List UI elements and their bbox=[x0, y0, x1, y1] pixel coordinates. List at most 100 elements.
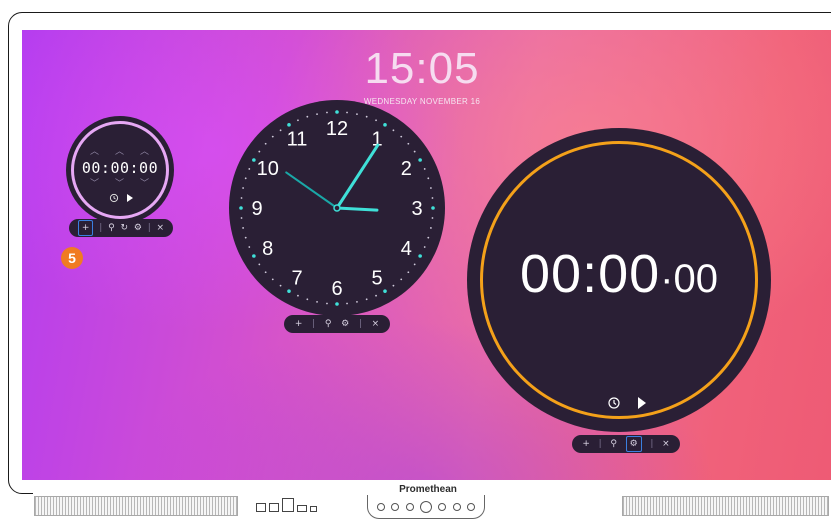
hdmi-port-icon bbox=[297, 505, 307, 512]
minute-tick bbox=[297, 294, 299, 297]
minute-tick bbox=[430, 187, 432, 189]
hours-down-icon[interactable]: ﹀ bbox=[90, 176, 99, 189]
minute-tick bbox=[297, 119, 299, 122]
gear-icon[interactable]: ⚙ bbox=[341, 319, 349, 329]
minutes-down-icon[interactable]: ﹀ bbox=[115, 176, 124, 189]
toolbar-divider: | bbox=[99, 223, 103, 233]
toolbar-divider: | bbox=[147, 223, 151, 233]
minutes-up-icon[interactable]: ︿ bbox=[115, 144, 124, 157]
minute-tick bbox=[279, 129, 282, 132]
minute-tick bbox=[240, 197, 243, 199]
hour-tick bbox=[383, 289, 387, 293]
minute-tick bbox=[242, 187, 244, 189]
clock-number: 5 bbox=[371, 267, 382, 289]
minute-tick bbox=[346, 111, 348, 114]
close-icon[interactable]: × bbox=[662, 439, 670, 449]
hour-tick bbox=[252, 254, 256, 258]
minute-tick bbox=[240, 217, 243, 219]
hour-tick bbox=[383, 123, 387, 127]
power-button-icon[interactable] bbox=[419, 500, 432, 513]
speaker-grille-left bbox=[34, 496, 238, 516]
step-badge: 5 bbox=[61, 247, 83, 269]
clock-number: 9 bbox=[251, 198, 262, 220]
minute-tick bbox=[423, 168, 426, 170]
zoom-icon[interactable]: ⚲ bbox=[108, 223, 115, 233]
minute-tick bbox=[258, 263, 261, 266]
add-button[interactable]: + bbox=[77, 220, 94, 236]
hw-button[interactable] bbox=[391, 502, 400, 511]
minute-tick bbox=[392, 284, 395, 287]
minute-tick bbox=[392, 129, 395, 132]
hour-hand bbox=[335, 206, 379, 212]
timer-play-icon[interactable] bbox=[126, 193, 134, 203]
minute-tick bbox=[258, 150, 261, 153]
clock-number: 12 bbox=[326, 118, 348, 140]
minute-tick bbox=[326, 111, 328, 114]
hw-button[interactable] bbox=[405, 502, 414, 511]
gear-icon[interactable]: ⚙ bbox=[134, 223, 142, 233]
clock-number: 8 bbox=[262, 238, 273, 260]
close-icon[interactable]: × bbox=[372, 319, 380, 329]
minute-tick bbox=[346, 302, 348, 305]
minute-tick bbox=[271, 135, 274, 138]
clock-number: 2 bbox=[401, 158, 412, 180]
minute-tick bbox=[365, 298, 368, 301]
usb-c-port-icon bbox=[282, 498, 294, 512]
gear-icon[interactable]: ⚙ bbox=[625, 436, 642, 452]
front-ports bbox=[256, 498, 317, 512]
minute-tick bbox=[431, 217, 434, 219]
hour-tick bbox=[418, 158, 422, 162]
clock-toolbar: + | ⚲ ⚙ | × bbox=[284, 315, 390, 333]
stopwatch-hundredths: 00 bbox=[673, 257, 718, 301]
stopwatch-play-icon[interactable] bbox=[636, 396, 648, 410]
add-button[interactable]: + bbox=[295, 319, 303, 329]
minute-tick bbox=[271, 278, 274, 281]
toolbar-divider: | bbox=[358, 319, 362, 329]
analog-clock-widget[interactable]: 12 1 2 3 4 5 6 7 8 9 10 11 bbox=[229, 100, 446, 330]
minute-tick bbox=[248, 246, 251, 248]
minute-tick bbox=[427, 236, 430, 239]
hour-tick bbox=[431, 206, 435, 210]
audio-port-icon bbox=[310, 506, 317, 512]
minute-tick bbox=[264, 142, 267, 145]
hw-button[interactable] bbox=[377, 502, 386, 511]
minute-tick bbox=[242, 227, 244, 229]
seconds-down-icon[interactable]: ﹀ bbox=[140, 176, 149, 189]
toolbar-divider: | bbox=[312, 319, 316, 329]
hw-button[interactable] bbox=[452, 502, 461, 511]
hour-tick bbox=[239, 206, 243, 210]
zoom-icon[interactable]: ⚲ bbox=[325, 319, 332, 329]
current-time: 15:05 bbox=[364, 44, 480, 93]
hour-tick bbox=[335, 302, 339, 306]
zoom-icon[interactable]: ⚲ bbox=[610, 439, 617, 449]
add-button[interactable]: + bbox=[582, 439, 590, 449]
screen: 15:05 WEDNESDAY NOVEMBER 16 ︿ ︿ ︿ 00:00:… bbox=[22, 30, 831, 480]
usb-port-icon bbox=[269, 503, 279, 512]
seconds-up-icon[interactable]: ︿ bbox=[140, 144, 149, 157]
timer-reset-icon[interactable] bbox=[109, 193, 119, 203]
minute-tick bbox=[430, 227, 432, 229]
minute-tick bbox=[326, 302, 328, 305]
clock-number: 4 bbox=[401, 238, 412, 260]
hour-tick bbox=[335, 110, 339, 114]
minute-tick bbox=[244, 177, 247, 180]
hw-button[interactable] bbox=[466, 502, 475, 511]
stopwatch-widget[interactable]: 00:00·00 bbox=[467, 128, 771, 432]
reset-icon[interactable]: ↻ bbox=[120, 223, 128, 233]
minute-tick bbox=[306, 115, 309, 118]
timer-widget[interactable]: ︿ ︿ ︿ 00:00:00 ﹀ ﹀ ﹀ bbox=[66, 116, 174, 224]
minute-tick bbox=[279, 284, 282, 287]
hw-button[interactable] bbox=[438, 502, 447, 511]
timer-display: 00:00:00 bbox=[81, 159, 159, 177]
minute-tick bbox=[375, 119, 377, 122]
close-icon[interactable]: × bbox=[157, 223, 165, 233]
minute-tick bbox=[316, 301, 318, 303]
minute-tick bbox=[413, 150, 416, 153]
stopwatch-toolbar: + | ⚲ ⚙ | × bbox=[572, 435, 680, 453]
hour-tick bbox=[418, 254, 422, 258]
minute-tick bbox=[400, 135, 403, 138]
brand-logo: Promethean bbox=[399, 484, 457, 495]
hours-up-icon[interactable]: ︿ bbox=[90, 144, 99, 157]
stopwatch-reset-icon[interactable] bbox=[607, 396, 621, 410]
stopwatch-main: 00:00 bbox=[520, 244, 661, 304]
